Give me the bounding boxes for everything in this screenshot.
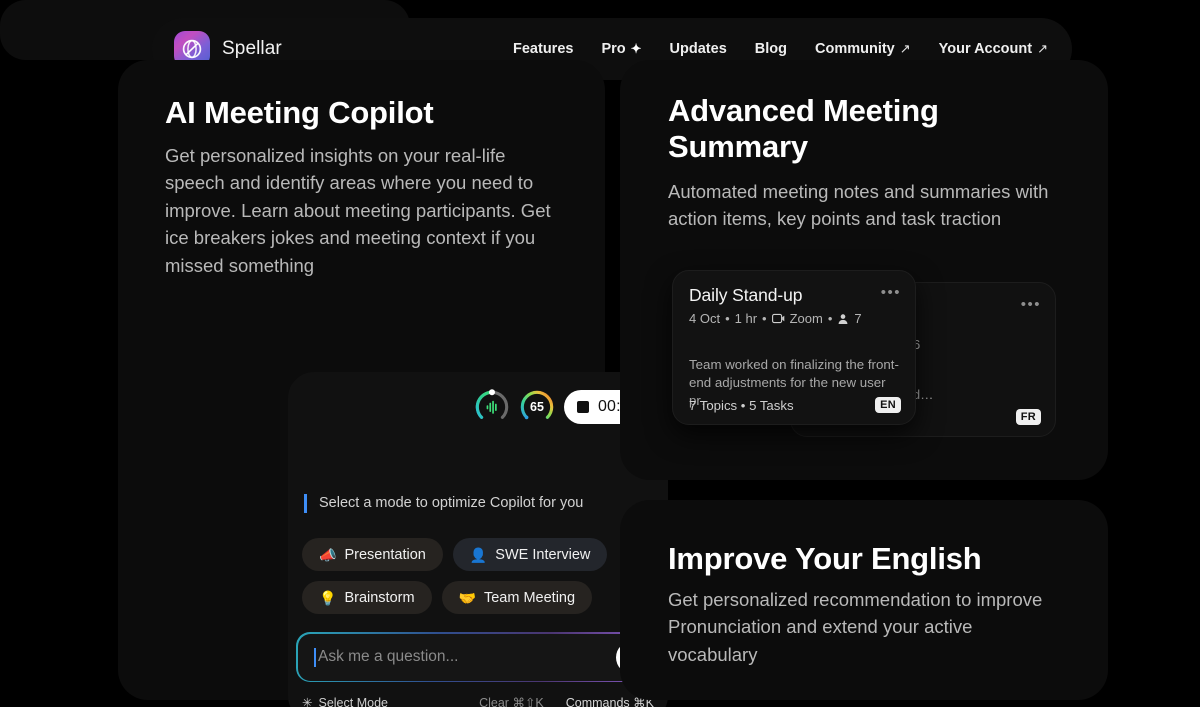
mode-hint-text: Select a mode to optimize Copilot for yo… [304,494,652,513]
stop-square-icon [576,401,589,413]
nav-item-updates[interactable]: Updates [670,41,727,57]
select-mode-button[interactable]: ✳ Select Mode [302,695,388,707]
speech-score-value: 65 [530,400,544,414]
ask-input-field[interactable]: Ask me a question... ↑ [297,633,659,681]
select-mode-label: Select Mode [318,695,388,707]
mode-chip-group: 📣 Presentation 👤 SWE Interview 💡 Brainst… [302,538,654,624]
copilot-widget: 65 00:12 Select a mode to optimize Copil… [288,372,668,707]
main-nav: Features Pro ✦ Updates Blog Community ↗ … [513,41,1048,57]
clear-label: Clear [479,696,509,707]
external-link-icon: ↗ [1037,41,1048,56]
card-meta: 4 Oct • 1 hr • Zoom • 7 [689,311,899,326]
meta-separator: • [725,311,730,326]
handshake-icon: 🤝 [458,589,476,606]
sparkle-icon: ✦ [630,41,642,56]
panel-title: Improve Your English [668,541,982,576]
panel-description: Get personalized insights on your real-l… [165,145,551,276]
more-dots-icon[interactable]: ••• [881,285,901,300]
mode-chip-label: Team Meeting [483,589,576,606]
mode-chip-team-meeting[interactable]: 🤝 Team Meeting [441,581,593,614]
sparkle-icon: ✳ [302,696,313,707]
card-date: 4 Oct [689,311,721,326]
card-participants: 7 [854,311,862,326]
nav-label: Community [814,41,895,57]
mode-chip-presentation[interactable]: 📣 Presentation [302,538,443,571]
page-root: Spellar Features Pro ✦ Updates Blog Comm… [0,0,1200,707]
panel-title: AI Meeting Copilot [165,95,434,130]
person-icon [837,313,849,325]
language-badge: EN [875,397,901,413]
meeting-summary-card[interactable]: ••• Daily Stand-up 4 Oct • 1 hr • Zoom •… [672,270,916,425]
nav-item-community[interactable]: Community ↗ [815,41,911,57]
card-footer: 7 Topics • 5 Tasks EN [689,397,901,413]
speech-score-gauge: 65 [519,389,555,425]
more-dots-icon[interactable]: ••• [1021,297,1041,312]
lightbulb-icon: 💡 [319,589,337,606]
nav-item-your-account[interactable]: Your Account ↗ [939,41,1048,57]
ask-input-placeholder: Ask me a question... [318,648,459,665]
mode-chip-brainstorm[interactable]: 💡 Brainstorm [302,581,432,614]
ask-input-wrapper: Ask me a question... ↑ [296,632,660,682]
card-platform: Zoom [789,311,823,326]
panel-title: Advanced Meeting Summary [668,93,939,164]
audio-level-gauge [474,389,510,425]
meta-separator: • [762,311,767,326]
mode-chip-label: Presentation [344,546,426,563]
nav-item-pro[interactable]: Pro ✦ [601,41,641,57]
copilot-footer: ✳ Select Mode Clear ⌘⇧K Commands ⌘K [302,695,654,707]
text-caret [313,647,316,667]
nav-label: Blog [754,41,787,57]
nav-label: Pro [601,41,626,57]
person-icon: 👤 [469,546,488,563]
megaphone-icon: 📣 [319,546,337,563]
mode-chip-label: Brainstorm [344,589,415,606]
meta-separator: • [827,311,833,326]
feature-panel-ai-meeting-copilot: AI Meeting Copilot Get personalized insi… [118,60,668,707]
clear-keys: ⌘⇧K [512,696,544,707]
nav-item-blog[interactable]: Blog [755,41,787,57]
brand-name: Spellar [222,38,282,59]
clear-shortcut[interactable]: Clear ⌘⇧K [479,695,544,707]
nav-item-features[interactable]: Features [513,41,573,57]
nav-label: Your Account [938,41,1033,57]
mode-chip-label: SWE Interview [495,546,591,563]
external-link-icon: ↗ [899,41,911,56]
video-call-icon [771,313,785,324]
card-stats: 7 Topics • 5 Tasks [689,397,794,413]
panel-description: Automated meeting notes and summaries wi… [668,181,1049,230]
feature-panel-improve-your-english: Improve Your English Get personalized re… [620,500,1108,700]
language-badge: FR [1015,409,1041,425]
mode-chip-swe-interview[interactable]: 👤 SWE Interview [452,538,608,571]
card-title: Daily Stand-up [689,285,803,305]
panel-description: Get personalized recommendation to impro… [668,589,1043,665]
nav-label: Features [513,41,574,57]
commands-label: Commands [565,696,630,707]
card-duration: 1 hr [734,311,758,326]
nav-label: Updates [669,41,727,57]
